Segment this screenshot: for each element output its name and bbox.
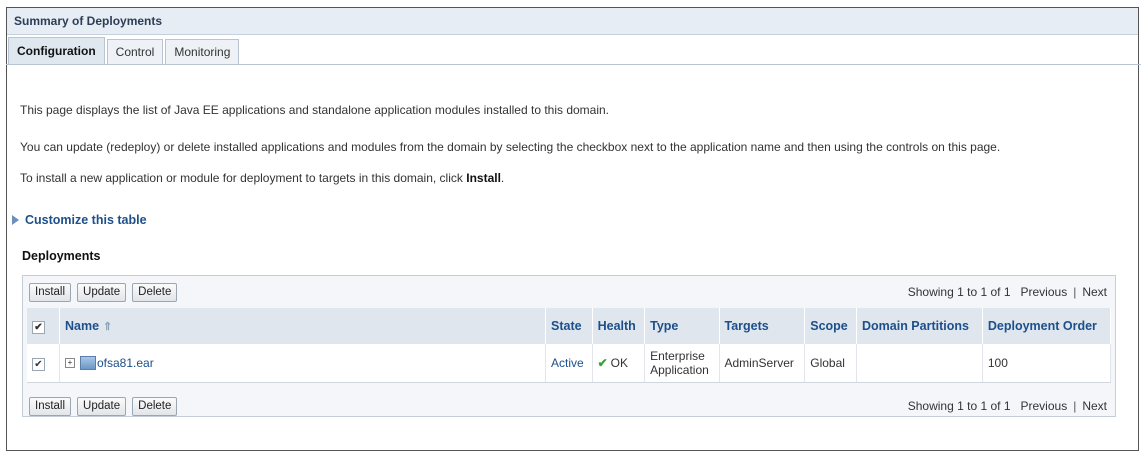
select-all-header: ✔ [27,308,60,344]
column-name-label: Name [65,319,100,333]
tab-divider [6,64,1141,65]
customize-table-label: Customize this table [25,213,147,227]
row-scope-cell: Global [804,344,857,383]
row-domain-partitions-cell [856,344,983,383]
sort-ascending-icon[interactable]: ⇑ [103,321,112,333]
pager-showing-bottom: Showing 1 to 1 of 1 [907,399,1011,413]
row-name-cell: + ofsa81.ear [59,344,546,383]
bottom-toolbar: Install Update Delete [29,397,183,416]
row-targets-cell: AdminServer [719,344,806,383]
panel-title: Summary of Deployments [7,8,1138,35]
expand-plus-icon[interactable]: + [65,358,75,369]
column-header-health[interactable]: Health [592,308,646,344]
intro-line-3-suffix: . [500,171,505,185]
column-header-deployment-order[interactable]: Deployment Order [982,308,1112,344]
install-button[interactable]: Install [29,283,72,302]
column-header-type[interactable]: Type [644,308,720,344]
top-toolbar: Install Update Delete [29,283,183,302]
pager-showing: Showing 1 to 1 of 1 [907,285,1011,299]
column-header-name[interactable]: Name ⇑ [59,308,546,344]
type-line-2: Application [650,363,709,377]
install-button-bottom[interactable]: Install [29,397,72,416]
top-pager: Showing 1 to 1 of 1 Previous | Next [908,285,1107,299]
customize-table-link[interactable]: Customize this table [12,213,147,227]
pager-previous-link[interactable]: Previous [1021,285,1068,299]
table-header-row: ✔ Name ⇑ State Health Type Targets Scope … [27,308,1112,344]
row-health-cell: ✔ OK [592,344,646,383]
delete-button-bottom[interactable]: Delete [132,397,178,416]
deployments-table-container: Install Update Delete Showing 1 to 1 of … [22,275,1116,417]
tab-configuration[interactable]: Configuration [8,37,105,64]
column-header-scope[interactable]: Scope [804,308,857,344]
row-type-cell: Enterprise Application [644,344,720,383]
bottom-pager: Showing 1 to 1 of 1 Previous | Next [908,399,1107,413]
health-value: OK [610,356,629,370]
update-button-bottom[interactable]: Update [77,397,127,416]
intro-install-keyword: Install [466,171,501,185]
intro-line-3: To install a new application or module f… [20,171,504,185]
column-header-state[interactable]: State [545,308,593,344]
row-checkbox[interactable]: ✔ [32,357,45,371]
application-icon [80,356,96,371]
pager-separator-bottom: | [1073,399,1077,413]
delete-button[interactable]: Delete [132,283,178,302]
deployments-table: ✔ Name ⇑ State Health Type Targets Scope … [27,308,1112,383]
pager-next-link-bottom[interactable]: Next [1082,399,1107,413]
intro-line-1: This page displays the list of Java EE a… [20,103,610,117]
app-name-link[interactable]: ofsa81.ear [97,356,154,370]
expand-triangle-icon [12,215,19,225]
tab-bar: Configuration Control Monitoring [8,37,241,64]
select-all-checkbox[interactable]: ✔ [32,320,45,334]
row-select-cell: ✔ [27,344,60,383]
intro-line-2: You can update (redeploy) or delete inst… [20,140,1001,154]
row-state-cell: Active [545,344,593,383]
state-link[interactable]: Active [551,356,584,370]
pager-next-link[interactable]: Next [1082,285,1107,299]
intro-line-3-prefix: To install a new application or module f… [20,171,467,185]
tab-control[interactable]: Control [106,39,164,64]
pager-previous-link-bottom[interactable]: Previous [1021,399,1068,413]
tab-monitoring[interactable]: Monitoring [165,39,240,64]
row-deployment-order-cell: 100 [982,344,1112,383]
pager-separator: | [1073,285,1077,299]
deployments-title: Deployments [22,249,101,263]
table-row: ✔ + ofsa81.ear Active ✔ OK Enterprise Appli… [27,344,1112,383]
column-header-targets[interactable]: Targets [719,308,806,344]
update-button[interactable]: Update [77,283,127,302]
ok-check-icon: ✔ [597,356,608,370]
type-line-1: Enterprise [650,349,705,363]
column-header-domain-partitions[interactable]: Domain Partitions [856,308,983,344]
